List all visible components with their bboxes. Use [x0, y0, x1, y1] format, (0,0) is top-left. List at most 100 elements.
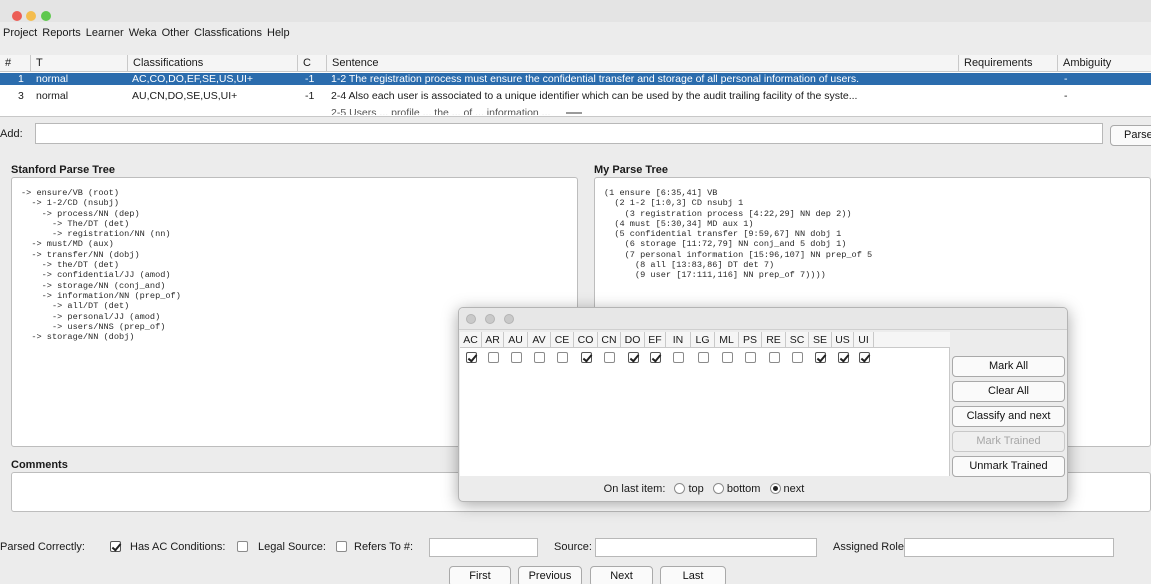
dialog-titlebar[interactable] [459, 308, 1067, 330]
code-checkbox-lg[interactable] [698, 352, 709, 363]
menu-classifications[interactable]: Classfications [194, 27, 262, 39]
minimize-window-icon[interactable] [26, 11, 36, 21]
code-header-ef[interactable]: EF [645, 332, 666, 348]
code-checkbox-do[interactable] [628, 352, 639, 363]
stanford-parse-tree-text: -> ensure/VB (root) -> 1-2/CD (nsubj) ->… [21, 188, 181, 343]
code-header-av[interactable]: AV [528, 332, 551, 348]
code-checkbox-ml[interactable] [722, 352, 733, 363]
menu-weka[interactable]: Weka [129, 27, 157, 39]
code-checkbox-ui[interactable] [859, 352, 870, 363]
column-header-number[interactable]: # [0, 55, 31, 72]
code-checkbox-au[interactable] [511, 352, 522, 363]
code-checkbox-sc[interactable] [792, 352, 803, 363]
code-checkbox-ce[interactable] [557, 352, 568, 363]
column-header-type[interactable]: T [31, 55, 128, 72]
column-header-ambiguity[interactable]: Ambiguity [1058, 55, 1151, 72]
dialog-zoom-icon[interactable] [504, 314, 514, 324]
code-checkbox-cn[interactable] [604, 352, 615, 363]
menu-help[interactable]: Help [267, 27, 290, 39]
code-checkbox-co[interactable] [581, 352, 592, 363]
last-button[interactable]: Last [660, 566, 726, 584]
legal-source-checkbox[interactable] [336, 541, 347, 552]
zoom-window-icon[interactable] [41, 11, 51, 21]
code-header-ui[interactable]: UI [854, 332, 874, 348]
window-titlebar [0, 0, 1151, 24]
row-c: -1 [305, 90, 315, 102]
code-header-us[interactable]: US [832, 332, 854, 348]
code-checkbox-re[interactable] [769, 352, 780, 363]
radio-top[interactable] [674, 483, 686, 494]
menu-learner[interactable]: Learner [86, 27, 124, 39]
mark-trained-button[interactable]: Mark Trained [952, 431, 1065, 452]
column-header-requirements[interactable]: Requirements [959, 55, 1058, 72]
row-requirements [963, 90, 1057, 102]
row-classifications: AU,CN,DO,SE,US,UI+ [132, 90, 238, 102]
code-header-sc[interactable]: SC [786, 332, 809, 348]
code-header-ac[interactable]: AC [460, 332, 482, 348]
has-ac-conditions-checkbox[interactable] [237, 541, 248, 552]
stanford-parse-tree-title: Stanford Parse Tree [11, 164, 115, 176]
source-input[interactable] [595, 538, 817, 557]
code-checkbox-ar[interactable] [488, 352, 499, 363]
classify-and-next-button[interactable]: Classify and next [952, 406, 1065, 427]
code-checkbox-in[interactable] [673, 352, 684, 363]
table-row[interactable]: 3 normal AU,CN,DO,SE,US,UI+ -1 2-4 Also … [0, 90, 1151, 102]
assigned-role-input[interactable] [904, 538, 1114, 557]
add-label: Add: [0, 128, 23, 140]
row-number: 3 [18, 90, 24, 102]
split-pane-handle[interactable] [566, 112, 582, 114]
code-header-do[interactable]: DO [621, 332, 645, 348]
code-header-au[interactable]: AU [504, 332, 528, 348]
code-checkbox-ef[interactable] [650, 352, 661, 363]
attributes-row: Parsed Correctly: Has AC Conditions: Leg… [0, 538, 1151, 557]
code-checkbox-av[interactable] [534, 352, 545, 363]
code-checkbox-us[interactable] [838, 352, 849, 363]
unmark-trained-button[interactable]: Unmark Trained [952, 456, 1065, 477]
radio-bottom[interactable] [712, 483, 724, 494]
clear-all-button[interactable]: Clear All [952, 381, 1065, 402]
on-last-item-group: On last item: top bottom next [459, 483, 949, 495]
table-header: # T Classifications C Sentence Requireme… [0, 55, 1151, 72]
row-ambiguity: - [1064, 73, 1068, 85]
dialog-minimize-icon[interactable] [485, 314, 495, 324]
first-button[interactable]: First [449, 566, 511, 584]
classification-dialog: AC AR AU AV CE CO CN DO EF IN LG ML PS R… [458, 307, 1068, 502]
parsed-correctly-checkbox[interactable] [110, 541, 121, 552]
column-header-classifications[interactable]: Classifications [128, 55, 298, 72]
next-button[interactable]: Next [590, 566, 653, 584]
column-header-c[interactable]: C [298, 55, 327, 72]
code-checkbox-ps[interactable] [745, 352, 756, 363]
code-checkbox-se[interactable] [815, 352, 826, 363]
classification-header: AC AR AU AV CE CO CN DO EF IN LG ML PS R… [460, 332, 950, 348]
radio-next[interactable] [769, 483, 781, 494]
row-sentence: 1-2 The registration process must ensure… [331, 73, 860, 85]
table-row[interactable]: 1 normal AC,CO,DO,EF,SE,US,UI+ -1 1-2 Th… [0, 73, 1151, 85]
code-header-ml[interactable]: ML [715, 332, 739, 348]
menu-reports[interactable]: Reports [42, 27, 81, 39]
code-header-cn[interactable]: CN [598, 332, 621, 348]
parse-button[interactable]: Parse [1110, 125, 1151, 146]
code-header-co[interactable]: CO [574, 332, 598, 348]
dialog-close-icon[interactable] [466, 314, 476, 324]
refers-to-input[interactable] [429, 538, 538, 557]
menu-other[interactable]: Other [162, 27, 190, 39]
legal-source-label: Legal Source: [258, 541, 326, 553]
close-window-icon[interactable] [12, 11, 22, 21]
menu-project[interactable]: Project [3, 27, 37, 39]
previous-button[interactable]: Previous [518, 566, 582, 584]
code-header-ar[interactable]: AR [482, 332, 504, 348]
code-header-lg[interactable]: LG [691, 332, 715, 348]
code-header-ce[interactable]: CE [551, 332, 574, 348]
my-parse-tree-title: My Parse Tree [594, 164, 668, 176]
column-header-sentence[interactable]: Sentence [327, 55, 959, 72]
code-header-se[interactable]: SE [809, 332, 832, 348]
code-header-ps[interactable]: PS [739, 332, 762, 348]
has-ac-conditions-label: Has AC Conditions: [130, 541, 226, 553]
code-header-re[interactable]: RE [762, 332, 786, 348]
mark-all-button[interactable]: Mark All [952, 356, 1065, 377]
on-last-item-label: On last item: [603, 483, 666, 495]
code-header-in[interactable]: IN [666, 332, 691, 348]
add-sentence-input[interactable] [35, 123, 1103, 144]
my-parse-tree-text: (1 ensure [6:35,41] VB (2 1-2 [1:0,3] CD… [604, 188, 873, 281]
code-checkbox-ac[interactable] [466, 352, 477, 363]
